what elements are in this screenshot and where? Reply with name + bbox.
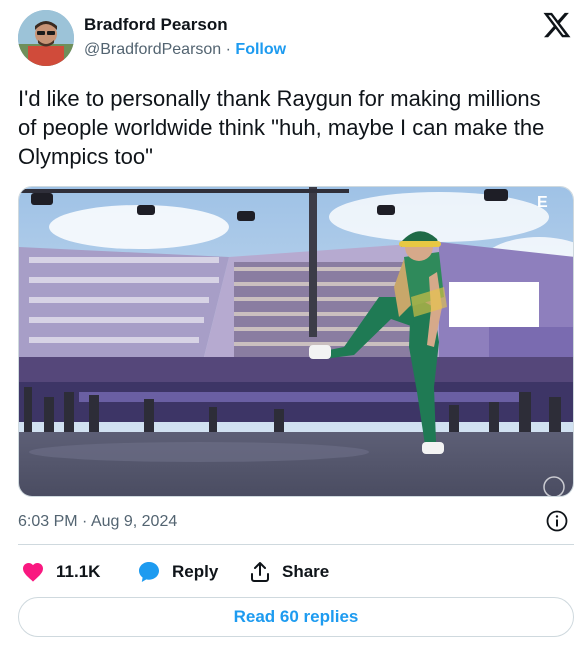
author-handle[interactable]: @BradfordPearson [84, 41, 221, 58]
author-handle-row: @BradfordPearson · Follow [84, 41, 286, 59]
tweet-time: 6:03 PM [18, 513, 78, 530]
reply-bubble-icon [139, 562, 159, 582]
tweet-date: Aug 9, 2024 [90, 513, 178, 530]
follow-button[interactable]: Follow [235, 41, 286, 58]
channel-watermark: E [537, 194, 548, 211]
like-count: 11.1K [56, 562, 101, 581]
share-button[interactable]: Share [248, 555, 329, 589]
reply-label: Reply [172, 562, 219, 581]
divider [18, 544, 574, 545]
info-icon[interactable] [546, 510, 568, 532]
share-label: Share [282, 562, 330, 581]
avatar[interactable] [18, 10, 74, 66]
read-replies-button[interactable]: Read 60 replies [18, 597, 574, 637]
timestamp-separator: · [77, 513, 91, 530]
tweet-header: Bradford Pearson @BradfordPearson · Foll… [18, 10, 574, 68]
x-logo-icon[interactable] [542, 10, 572, 40]
tweet-media-video[interactable]: E [18, 186, 574, 497]
share-icon [251, 562, 269, 582]
tweet-actions: 11.1K Reply Share [18, 555, 574, 589]
reply-button[interactable]: Reply [136, 555, 218, 589]
like-button[interactable]: 11.1K [20, 555, 100, 589]
tweet-text: I'd like to personally thank Raygun for … [18, 86, 545, 169]
handle-separator: · [221, 41, 236, 58]
author-name[interactable]: Bradford Pearson [84, 15, 228, 35]
heart-icon [23, 563, 43, 582]
tweet-timestamp[interactable]: 6:03 PM · Aug 9, 2024 [18, 513, 177, 531]
